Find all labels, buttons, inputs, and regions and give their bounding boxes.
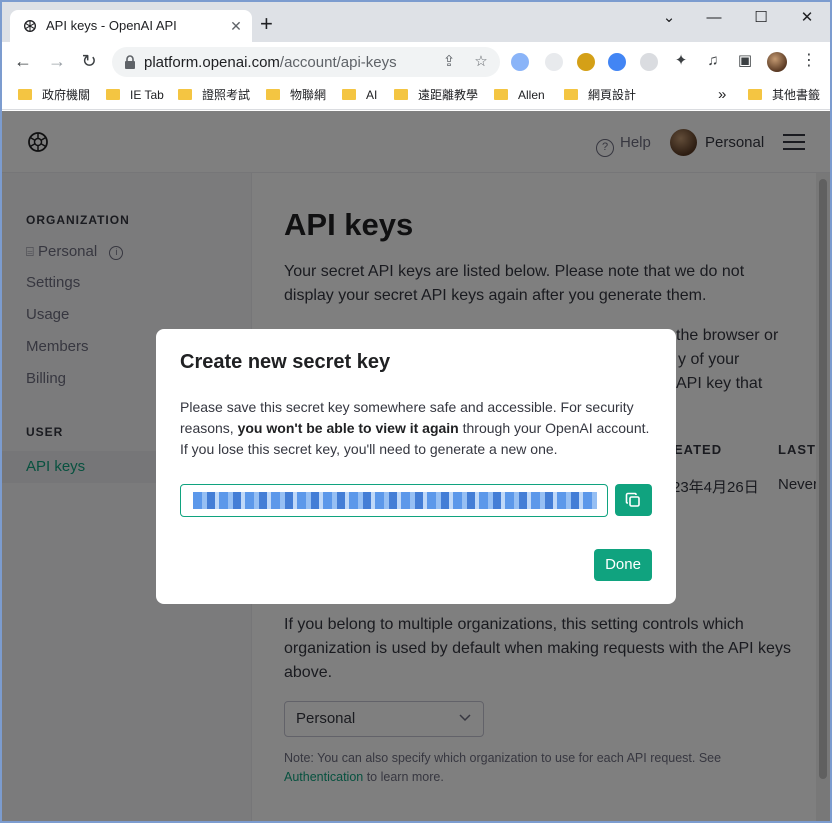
- secret-key-field[interactable]: [180, 484, 608, 517]
- extensions-puzzle-icon[interactable]: ✦: [670, 50, 692, 72]
- folder-icon: [342, 89, 356, 100]
- media-control-icon[interactable]: ♫: [702, 50, 724, 72]
- modal-overlay[interactable]: Create new secret key Please save this s…: [2, 111, 830, 821]
- folder-icon: [18, 89, 32, 100]
- title-bar: API keys - OpenAI API ✕ + ⌄ — ☐ ✕: [2, 2, 830, 42]
- side-panel-icon[interactable]: ▣: [734, 50, 756, 72]
- bookmark-folder[interactable]: Allen: [494, 86, 545, 104]
- other-bookmarks-folder[interactable]: 其他書籤: [748, 86, 820, 104]
- address-bar[interactable]: platform.openai.com/account/api-keys ⇪ ☆: [112, 47, 500, 77]
- copy-icon: [625, 492, 640, 507]
- browser-menu-icon[interactable]: ⋮: [798, 50, 820, 72]
- url-host: platform.openai.com: [144, 54, 280, 71]
- url-text: platform.openai.com/account/api-keys: [144, 54, 397, 71]
- folder-icon: [266, 89, 280, 100]
- url-path: /account/api-keys: [279, 54, 397, 71]
- minimize-icon[interactable]: —: [699, 6, 729, 30]
- folder-icon: [106, 89, 120, 100]
- window-close-icon[interactable]: ✕: [792, 6, 822, 30]
- folder-icon: [394, 89, 408, 100]
- extension-2-icon[interactable]: [545, 53, 563, 71]
- reload-icon[interactable]: ↻: [78, 50, 100, 72]
- bookmarks-bar: 政府機關 IE Tab 證照考試 物聯網 AI 遠距離教學 Allen 網頁設計…: [2, 80, 830, 110]
- share-icon[interactable]: ⇪: [440, 53, 458, 71]
- browser-tab[interactable]: API keys - OpenAI API ✕: [10, 10, 252, 42]
- folder-icon: [494, 89, 508, 100]
- create-secret-key-dialog: Create new secret key Please save this s…: [156, 329, 676, 604]
- openai-favicon-icon: [24, 20, 36, 32]
- bookmark-folder[interactable]: 政府機關: [18, 86, 90, 104]
- back-icon[interactable]: ←: [12, 50, 34, 72]
- extension-1-icon[interactable]: [511, 53, 529, 71]
- tab-close-icon[interactable]: ✕: [226, 16, 246, 36]
- bookmark-folder[interactable]: 證照考試: [178, 86, 250, 104]
- bookmark-folder[interactable]: AI: [342, 86, 377, 104]
- folder-icon: [748, 89, 762, 100]
- translate-icon[interactable]: [608, 53, 626, 71]
- lock-icon: [125, 55, 135, 69]
- profile-avatar-icon[interactable]: [767, 52, 787, 72]
- bookmarks-overflow-button[interactable]: »: [718, 86, 726, 104]
- tab-title: API keys - OpenAI API: [46, 18, 177, 33]
- dialog-title: Create new secret key: [180, 351, 391, 373]
- tab-search-icon[interactable]: ⌄: [654, 6, 684, 30]
- maximize-icon[interactable]: ☐: [746, 6, 776, 30]
- bookmark-star-icon[interactable]: ☆: [472, 53, 490, 71]
- browser-toolbar: ← → ↻ platform.openai.com/account/api-ke…: [2, 42, 830, 80]
- folder-icon: [564, 89, 578, 100]
- folder-icon: [178, 89, 192, 100]
- done-button[interactable]: Done: [594, 549, 652, 581]
- extension-5-icon[interactable]: [640, 53, 658, 71]
- dialog-message: Please save this secret key somewhere sa…: [180, 399, 650, 457]
- new-tab-button[interactable]: +: [260, 13, 273, 35]
- copy-button[interactable]: [615, 484, 652, 516]
- browser-window: API keys - OpenAI API ✕ + ⌄ — ☐ ✕ ← → ↻ …: [2, 2, 830, 821]
- bookmark-folder[interactable]: IE Tab: [106, 86, 164, 104]
- bookmark-folder[interactable]: 網頁設計: [564, 86, 636, 104]
- redacted-secret-key: [193, 492, 597, 509]
- bookmark-folder[interactable]: 物聯網: [266, 86, 326, 104]
- dialog-warning: you won't be able to view it again: [237, 420, 459, 436]
- extension-3-icon[interactable]: [577, 53, 595, 71]
- forward-icon[interactable]: →: [46, 50, 68, 72]
- bookmark-folder[interactable]: 遠距離教學: [394, 86, 478, 104]
